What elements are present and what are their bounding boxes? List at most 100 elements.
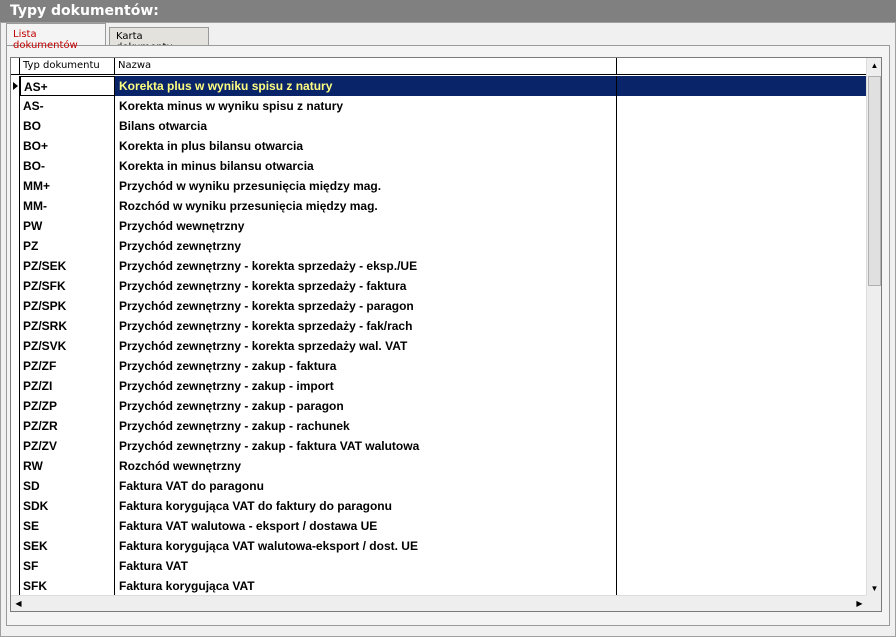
cell-nazwa[interactable]: Przychód zewnętrzny - korekta sprzedaży … — [115, 276, 617, 296]
cell-typ-dokumentu[interactable]: PZ/ZV — [20, 436, 115, 456]
triangle-left-icon[interactable]: ◀ — [11, 596, 26, 611]
table-row[interactable]: SFK Faktura korygująca VAT — [11, 576, 867, 596]
row-indicator[interactable] — [11, 356, 20, 376]
row-indicator[interactable] — [11, 456, 20, 476]
cell-typ-dokumentu[interactable]: PZ/SRK — [20, 316, 115, 336]
cell-typ-dokumentu[interactable]: SEK — [20, 536, 115, 556]
cell-typ-dokumentu[interactable]: BO- — [20, 156, 115, 176]
cell-typ-dokumentu[interactable]: SE — [20, 516, 115, 536]
table-row[interactable]: SF Faktura VAT — [11, 556, 867, 576]
tab-karta-dokumentu[interactable]: Karta dokumentu — [109, 27, 209, 53]
cell-nazwa[interactable]: Faktura VAT do paragonu — [115, 476, 617, 496]
table-row[interactable]: PZ/ZR Przychód zewnętrzny - zakup - rachu… — [11, 416, 867, 436]
cell-typ-dokumentu[interactable]: BO — [20, 116, 115, 136]
row-indicator[interactable] — [11, 536, 20, 556]
row-indicator[interactable] — [11, 436, 20, 456]
cell-nazwa[interactable]: Rozchód wewnętrzny — [115, 456, 617, 476]
row-indicator[interactable] — [11, 76, 20, 96]
cell-typ-dokumentu[interactable]: PZ/SFK — [20, 276, 115, 296]
triangle-right-icon[interactable]: ▶ — [852, 596, 867, 611]
cell-typ-dokumentu[interactable]: AS+ — [20, 76, 115, 96]
cell-nazwa[interactable]: Faktura VAT walutowa - eksport / dostawa… — [115, 516, 617, 536]
row-indicator[interactable] — [11, 376, 20, 396]
column-header-nazwa[interactable]: Nazwa — [115, 58, 617, 75]
column-header-typ[interactable]: Typ dokumentu — [20, 58, 115, 75]
cell-typ-dokumentu[interactable]: PZ/SEK — [20, 256, 115, 276]
cell-typ-dokumentu[interactable]: SFK — [20, 576, 115, 596]
cell-nazwa[interactable]: Korekta plus w wyniku spisu z natury — [115, 76, 617, 96]
cell-nazwa[interactable]: Przychód zewnętrzny - zakup - rachunek — [115, 416, 617, 436]
cell-nazwa[interactable]: Przychód zewnętrzny - korekta sprzedaży … — [115, 316, 617, 336]
cell-nazwa[interactable]: Bilans otwarcia — [115, 116, 617, 136]
table-row[interactable]: MM+ Przychód w wyniku przesunięcia między… — [11, 176, 867, 196]
table-row[interactable]: SEK Faktura korygująca VAT walutowa-ekspo… — [11, 536, 867, 556]
row-indicator[interactable] — [11, 256, 20, 276]
row-indicator[interactable] — [11, 556, 20, 576]
cell-typ-dokumentu[interactable]: AS- — [20, 96, 115, 116]
documents-grid[interactable]: Typ dokumentu Nazwa AS+ Korekta plus w wy… — [10, 57, 882, 612]
cell-nazwa[interactable]: Faktura VAT — [115, 556, 617, 576]
row-indicator[interactable] — [11, 576, 20, 596]
cell-typ-dokumentu[interactable]: RW — [20, 456, 115, 476]
table-row[interactable]: BO+ Korekta in plus bilansu otwarcia — [11, 136, 867, 156]
cell-nazwa[interactable]: Korekta minus w wyniku spisu z natury — [115, 96, 617, 116]
table-row[interactable]: PW Przychód wewnętrzny — [11, 216, 867, 236]
cell-nazwa[interactable]: Korekta in plus bilansu otwarcia — [115, 136, 617, 156]
cell-typ-dokumentu[interactable]: PZ — [20, 236, 115, 256]
cell-nazwa[interactable]: Przychód zewnętrzny - korekta sprzedaży … — [115, 336, 617, 356]
table-row[interactable]: SE Faktura VAT walutowa - eksport / dosta… — [11, 516, 867, 536]
cell-nazwa[interactable]: Przychód w wyniku przesunięcia między ma… — [115, 176, 617, 196]
cell-nazwa[interactable]: Faktura korygująca VAT do faktury do par… — [115, 496, 617, 516]
row-indicator[interactable] — [11, 516, 20, 536]
table-row[interactable]: PZ Przychód zewnętrzny — [11, 236, 867, 256]
table-row[interactable]: BO- Korekta in minus bilansu otwarcia — [11, 156, 867, 176]
triangle-up-icon[interactable]: ▲ — [867, 58, 881, 73]
cell-nazwa[interactable]: Faktura korygująca VAT walutowa-eksport … — [115, 536, 617, 556]
table-row[interactable]: RW Rozchód wewnętrzny — [11, 456, 867, 476]
cell-typ-dokumentu[interactable]: MM- — [20, 196, 115, 216]
cell-nazwa[interactable]: Przychód zewnętrzny - zakup - paragon — [115, 396, 617, 416]
row-indicator[interactable] — [11, 156, 20, 176]
tab-lista-dokumentow[interactable]: Lista dokumentów — [6, 23, 106, 51]
row-indicator[interactable] — [11, 136, 20, 156]
cell-typ-dokumentu[interactable]: PZ/SPK — [20, 296, 115, 316]
row-indicator[interactable] — [11, 296, 20, 316]
cell-typ-dokumentu[interactable]: PW — [20, 216, 115, 236]
row-indicator[interactable] — [11, 236, 20, 256]
cell-typ-dokumentu[interactable]: SD — [20, 476, 115, 496]
cell-nazwa[interactable]: Przychód wewnętrzny — [115, 216, 617, 236]
table-row[interactable]: PZ/ZV Przychód zewnętrzny - zakup - faktu… — [11, 436, 867, 456]
vertical-scroll-thumb[interactable] — [868, 76, 881, 286]
cell-typ-dokumentu[interactable]: SF — [20, 556, 115, 576]
cell-typ-dokumentu[interactable]: SDK — [20, 496, 115, 516]
cell-typ-dokumentu[interactable]: PZ/ZI — [20, 376, 115, 396]
row-indicator[interactable] — [11, 496, 20, 516]
row-indicator[interactable] — [11, 96, 20, 116]
table-row[interactable]: SDK Faktura korygująca VAT do faktury do … — [11, 496, 867, 516]
row-indicator[interactable] — [11, 176, 20, 196]
cell-typ-dokumentu[interactable]: PZ/ZR — [20, 416, 115, 436]
table-row[interactable]: PZ/ZF Przychód zewnętrzny - zakup - faktu… — [11, 356, 867, 376]
cell-nazwa[interactable]: Faktura korygująca VAT — [115, 576, 617, 596]
cell-nazwa[interactable]: Przychód zewnętrzny - zakup - faktura — [115, 356, 617, 376]
row-indicator[interactable] — [11, 196, 20, 216]
row-indicator[interactable] — [11, 396, 20, 416]
table-row[interactable]: PZ/ZI Przychód zewnętrzny - zakup - impor… — [11, 376, 867, 396]
table-row[interactable]: PZ/SFK Przychód zewnętrzny - korekta sprz… — [11, 276, 867, 296]
row-indicator[interactable] — [11, 116, 20, 136]
row-indicator[interactable] — [11, 276, 20, 296]
cell-typ-dokumentu[interactable]: BO+ — [20, 136, 115, 156]
cell-nazwa[interactable]: Korekta in minus bilansu otwarcia — [115, 156, 617, 176]
table-row[interactable]: PZ/SVK Przychód zewnętrzny - korekta sprz… — [11, 336, 867, 356]
horizontal-scrollbar[interactable]: ◀ ▶ — [11, 595, 867, 611]
cell-nazwa[interactable]: Przychód zewnętrzny - zakup - import — [115, 376, 617, 396]
table-row[interactable]: SD Faktura VAT do paragonu — [11, 476, 867, 496]
vertical-scrollbar[interactable]: ▲ ▼ — [866, 58, 881, 596]
table-row[interactable]: AS- Korekta minus w wyniku spisu z natury — [11, 96, 867, 116]
cell-typ-dokumentu[interactable]: PZ/SVK — [20, 336, 115, 356]
table-row[interactable]: PZ/ZP Przychód zewnętrzny - zakup - parag… — [11, 396, 867, 416]
cell-nazwa[interactable]: Przychód zewnętrzny - korekta sprzedaży … — [115, 256, 617, 276]
cell-nazwa[interactable]: Przychód zewnętrzny — [115, 236, 617, 256]
cell-typ-dokumentu[interactable]: PZ/ZP — [20, 396, 115, 416]
table-row[interactable]: AS+ Korekta plus w wyniku spisu z natury — [11, 76, 867, 96]
